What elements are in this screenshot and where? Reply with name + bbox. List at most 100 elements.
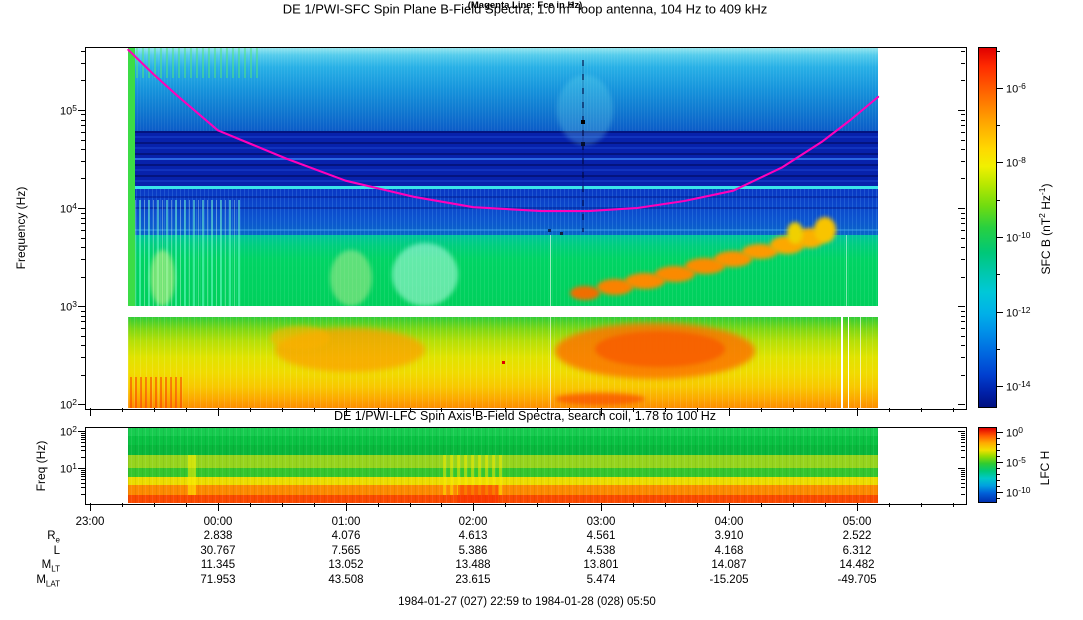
y-minor-tick bbox=[81, 140, 85, 141]
ephemeris-value: 13.052 bbox=[328, 559, 364, 571]
y-minor-tick bbox=[81, 450, 85, 451]
y-tick-label: 104 bbox=[52, 201, 77, 216]
cb-major-tick bbox=[997, 237, 1003, 238]
x-minor-tick bbox=[889, 503, 890, 507]
cb-tick-label-base: 10 bbox=[1006, 83, 1019, 96]
y-minor-tick bbox=[81, 483, 85, 484]
y-minor-tick bbox=[81, 238, 85, 239]
y-minor-tick-right bbox=[961, 375, 965, 376]
cb-minor-tick bbox=[997, 51, 1000, 52]
ephemeris-value: 4.538 bbox=[586, 545, 616, 557]
cb-tick-label-exp: -10 bbox=[1018, 485, 1031, 495]
cb-minor-tick bbox=[997, 486, 1000, 487]
y-major-tick bbox=[78, 208, 85, 209]
x-minor-tick bbox=[921, 503, 922, 507]
y-minor-tick bbox=[81, 51, 85, 52]
ephemeris-value: 4.613 bbox=[458, 530, 488, 542]
y-minor-tick-right bbox=[961, 483, 965, 484]
x-minor-tick bbox=[665, 503, 666, 507]
y-minor-tick bbox=[81, 247, 85, 248]
x-minor-tick bbox=[953, 503, 954, 507]
y-minor-tick-right bbox=[961, 470, 965, 471]
ephemeris-value: 5.386 bbox=[458, 545, 488, 557]
eph-label-sub: LAT bbox=[45, 579, 60, 589]
sfc-cyan-plume-mid bbox=[392, 243, 458, 306]
cb-minor-tick bbox=[997, 444, 1000, 445]
x-major-tick bbox=[218, 503, 219, 511]
y-minor-tick bbox=[81, 114, 85, 115]
y-minor-tick-right bbox=[961, 247, 965, 248]
y-minor-tick-right bbox=[961, 450, 965, 451]
x-minor-tick bbox=[537, 503, 538, 507]
sfc-yellow-plume-mid bbox=[330, 250, 372, 306]
y-minor-tick bbox=[81, 132, 85, 133]
y-minor-tick bbox=[81, 218, 85, 219]
cb-tick-label-base: 10 bbox=[1006, 457, 1019, 470]
x-major-tick bbox=[90, 503, 91, 511]
cb-tick-label-base: 10 bbox=[1006, 307, 1019, 320]
x-minor-tick bbox=[250, 503, 251, 507]
y-minor-tick bbox=[81, 487, 85, 488]
cb-tick-label: 100 bbox=[1006, 425, 1040, 440]
y-minor-tick-right bbox=[961, 218, 965, 219]
y-minor-tick-right bbox=[961, 442, 965, 443]
cb-tick-label-base: 10 bbox=[1006, 157, 1019, 170]
ephemeris-value: 30.767 bbox=[200, 545, 236, 557]
sfc-black-dot bbox=[581, 142, 585, 146]
y-minor-tick bbox=[81, 439, 85, 440]
x-minor-tick bbox=[314, 503, 315, 507]
eph-label-base: M bbox=[41, 559, 52, 571]
ephemeris-value: 7.565 bbox=[331, 545, 361, 557]
eph-label-base: L bbox=[53, 545, 60, 557]
colorbar2-label: LFC H bbox=[1038, 450, 1052, 486]
cb-major-tick bbox=[997, 462, 1003, 463]
x-minor-tick bbox=[569, 503, 570, 507]
y-minor-tick-right bbox=[961, 51, 965, 52]
footer-caption: 1984-01-27 (027) 22:59 to 1984-01-28 (02… bbox=[398, 596, 656, 608]
y-minor-tick bbox=[81, 161, 85, 162]
x-minor-tick bbox=[122, 503, 123, 507]
lfc-texture bbox=[128, 427, 878, 503]
ephemeris-value: 3.910 bbox=[714, 530, 744, 542]
y-major-tick-right bbox=[958, 404, 965, 405]
y-minor-tick-right bbox=[961, 161, 965, 162]
cb-tick-label: 10-14 bbox=[1006, 379, 1040, 394]
x-minor-tick bbox=[697, 503, 698, 507]
y-minor-tick-right bbox=[961, 125, 965, 126]
sfc-dark-streak bbox=[582, 60, 584, 232]
x-minor-tick bbox=[793, 503, 794, 507]
ephemeris-row-label: L bbox=[16, 545, 60, 557]
y-minor-tick-right bbox=[961, 311, 965, 312]
cb-minor-tick bbox=[997, 456, 1000, 457]
y-major-tick-right bbox=[958, 431, 965, 432]
cb-tick-label: 10-10 bbox=[1006, 485, 1040, 500]
sfc-green-streaks-top bbox=[130, 47, 260, 78]
x-minor-tick bbox=[825, 503, 826, 507]
sfc-dark-line2 bbox=[128, 207, 878, 209]
lfc-red-streak bbox=[458, 485, 498, 503]
panel1-ylabel: Frequency (Hz) bbox=[14, 186, 28, 270]
y-tick-label-base: 10 bbox=[60, 426, 73, 439]
sfc-dropout-line bbox=[848, 317, 849, 408]
ephemeris-value: 5.474 bbox=[586, 574, 616, 586]
y-minor-tick bbox=[81, 375, 85, 376]
cb-major-tick bbox=[997, 432, 1003, 433]
y-tick-label: 105 bbox=[52, 103, 77, 118]
y-minor-tick bbox=[81, 230, 85, 231]
y-minor-tick-right bbox=[961, 433, 965, 434]
ephemeris-value: 4.168 bbox=[714, 545, 744, 557]
time-label: 02:00 bbox=[458, 516, 488, 528]
y-minor-tick bbox=[81, 336, 85, 337]
cb-minor-tick bbox=[997, 349, 1000, 350]
sfc-dark-line1 bbox=[128, 196, 878, 198]
y-major-tick-right bbox=[958, 306, 965, 307]
y-major-tick bbox=[78, 468, 85, 469]
cb-tick-label-exp: -8 bbox=[1018, 155, 1026, 165]
y-minor-tick-right bbox=[961, 435, 965, 436]
cb-major-tick bbox=[997, 162, 1003, 163]
eph-label-base: R bbox=[47, 530, 56, 542]
sfc-dropout-line bbox=[841, 317, 843, 408]
y-minor-tick bbox=[81, 80, 85, 81]
sfc-spectrogram bbox=[128, 47, 878, 408]
ephemeris-value: 23.615 bbox=[455, 574, 491, 586]
